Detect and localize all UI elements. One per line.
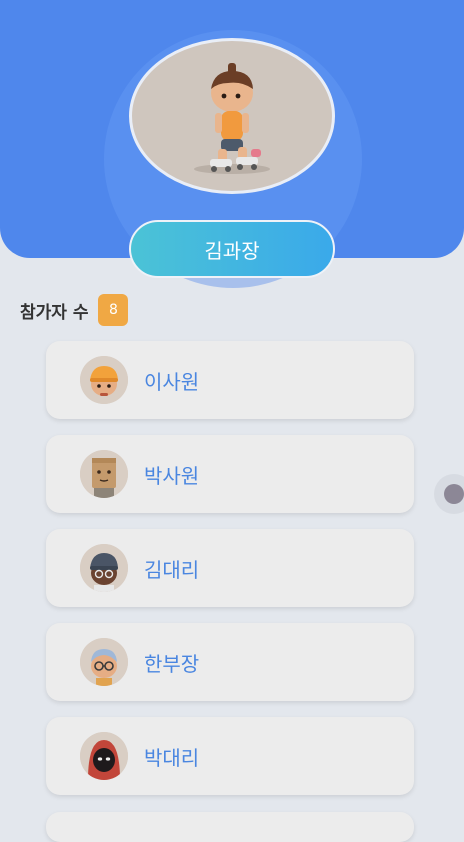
participant-card[interactable]: 박대리	[46, 717, 414, 795]
participant-card[interactable]: 한부장	[46, 623, 414, 701]
participant-name: 한부장	[144, 651, 200, 676]
participant-card-partial[interactable]	[46, 812, 414, 842]
host-name-button[interactable]: 김과장	[129, 220, 335, 278]
participant-avatar	[80, 450, 128, 498]
participant-name: 김대리	[144, 557, 200, 582]
floating-handle[interactable]	[434, 474, 464, 514]
participant-count-badge: 8	[98, 294, 129, 326]
avatar-paperbag-icon	[80, 450, 128, 498]
participant-count-label: 참가자 수	[20, 302, 89, 323]
participant-avatar	[80, 732, 128, 780]
participant-card[interactable]: 이사원	[46, 341, 414, 419]
participant-count-row: 참가자 수 8	[20, 294, 129, 326]
character-skater-icon	[194, 63, 270, 174]
handle-dot-icon	[444, 484, 464, 504]
participant-avatar	[80, 544, 128, 592]
participant-list: 이사원 박사원 김대리 한부장 박대리	[46, 341, 414, 811]
avatar-cap-icon	[80, 356, 128, 404]
avatar-hood-icon	[80, 732, 128, 780]
host-avatar	[129, 38, 335, 194]
participant-name: 이사원	[144, 369, 200, 394]
participant-name: 박대리	[144, 745, 200, 770]
participant-avatar	[80, 638, 128, 686]
avatar-dark-cap-icon	[80, 544, 128, 592]
participant-card[interactable]: 박사원	[46, 435, 414, 513]
participant-name: 박사원	[144, 463, 200, 488]
avatar-glasses-icon	[80, 638, 128, 686]
participant-avatar	[80, 356, 128, 404]
host-name: 김과장	[204, 238, 260, 263]
participant-card[interactable]: 김대리	[46, 529, 414, 607]
